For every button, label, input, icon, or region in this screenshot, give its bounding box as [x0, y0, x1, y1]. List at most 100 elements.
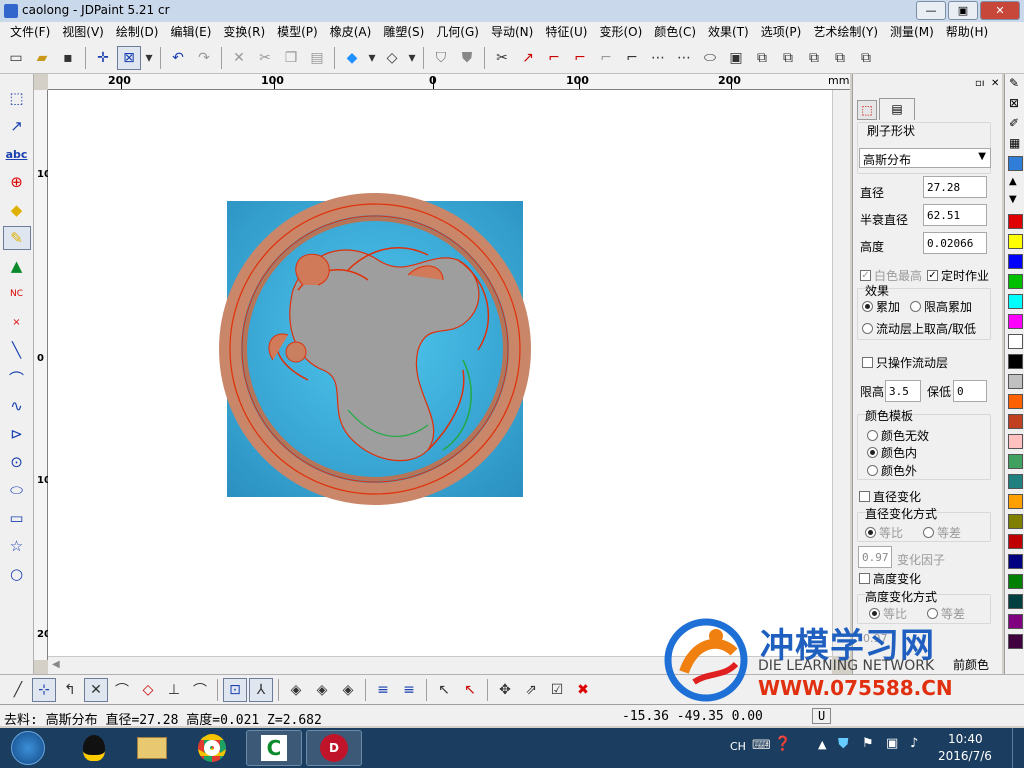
panel-pin-icon[interactable]: ▫ı [975, 78, 985, 89]
cube-wire-icon[interactable]: ◇ [380, 46, 404, 70]
color-swatch[interactable] [1008, 514, 1023, 529]
chamfer2-icon[interactable]: ⌐ [620, 46, 644, 70]
menu-eraser[interactable]: 橡皮(A) [324, 22, 378, 42]
crosshair-icon[interactable]: ✛ [91, 46, 115, 70]
trim-icon[interactable]: ✂ [490, 46, 514, 70]
color-swatch[interactable] [1008, 474, 1023, 489]
cut-icon[interactable]: ✂ [253, 46, 277, 70]
spline-icon[interactable]: ∿ [3, 394, 31, 418]
color-swatch[interactable] [1008, 294, 1023, 309]
redo-icon[interactable]: ↷ [192, 46, 216, 70]
break-icon[interactable]: ⋯ [646, 46, 670, 70]
clock-time[interactable]: 10:40 [948, 732, 983, 746]
shield-outline-icon[interactable]: ⛉ [429, 46, 453, 70]
menu-view[interactable]: 视图(V) [56, 22, 110, 42]
line-draw-icon[interactable]: ╱ [6, 678, 30, 702]
limit-high-input[interactable]: 3.5 [885, 380, 921, 402]
color-swatch[interactable] [1008, 634, 1023, 649]
menu-art-draw[interactable]: 艺术绘制(Y) [807, 22, 884, 42]
no-color-icon[interactable]: ⊠ [1009, 96, 1019, 110]
start-button[interactable] [4, 730, 52, 766]
open-folder-icon[interactable]: ▰ [30, 46, 54, 70]
snap-corner-icon[interactable]: ↰ [58, 678, 82, 702]
language-indicator[interactable]: CH [730, 740, 746, 753]
color-swatch[interactable] [1008, 354, 1023, 369]
menu-measure[interactable]: 测量(M) [884, 22, 940, 42]
check-list-icon[interactable]: ☑ [545, 678, 569, 702]
color-swatch[interactable] [1008, 434, 1023, 449]
color-swatch[interactable] [1008, 554, 1023, 569]
tab-document-icon[interactable]: ▤ [879, 98, 915, 120]
dropdown-arrow-icon[interactable]: ▾ [143, 46, 155, 70]
text-abc-icon[interactable]: abc [3, 142, 31, 166]
menu-draw[interactable]: 绘制(D) [110, 22, 165, 42]
menu-feature[interactable]: 特征(U) [539, 22, 593, 42]
factor-input[interactable]: 0.97 [858, 546, 892, 568]
color-swatch-current[interactable] [1008, 156, 1023, 171]
extend-icon[interactable]: ↗ [516, 46, 540, 70]
rectangle-icon[interactable]: ▭ [3, 506, 31, 530]
save-icon[interactable]: ▪ [56, 46, 80, 70]
circle-icon[interactable]: ○ [3, 562, 31, 586]
scroll-up-icon[interactable]: ▲ [1009, 176, 1017, 187]
snap-diamond-icon[interactable]: ◇ [136, 678, 160, 702]
chrome-icon[interactable] [184, 730, 240, 766]
effect-add-radio[interactable]: 累加 [862, 298, 900, 315]
shield-filled-icon[interactable]: ⛊ [455, 46, 479, 70]
circle-center-icon[interactable]: ⊙ [3, 450, 31, 474]
effect-limit-add-radio[interactable]: 限高累加 [910, 298, 972, 315]
new-file-icon[interactable]: ▭ [4, 46, 28, 70]
color-swatch[interactable] [1008, 334, 1023, 349]
close-button[interactable]: ✕ [980, 1, 1020, 20]
scroll-left-icon[interactable]: ◀ [52, 659, 60, 670]
nc-icon[interactable]: NC [3, 282, 31, 306]
copy-icon[interactable]: ❐ [279, 46, 303, 70]
snap-perp-icon[interactable]: ⊥ [162, 678, 186, 702]
fill-bucket-icon[interactable]: ◆ [3, 198, 31, 222]
delete-icon[interactable]: ✕ [227, 46, 251, 70]
paste-icon[interactable]: ▤ [305, 46, 329, 70]
camtasia-icon[interactable]: C [246, 730, 302, 766]
drawing-canvas[interactable] [48, 90, 832, 656]
shield-icon[interactable]: ⛊ [838, 736, 849, 752]
show-desktop-button[interactable] [1012, 728, 1024, 768]
view-diamond-icon[interactable]: ◈ [284, 678, 308, 702]
array2-icon[interactable]: ⧉ [776, 46, 800, 70]
node-edit-icon[interactable]: ↗ [3, 114, 31, 138]
brush-shape-select[interactable]: 高斯分布 ▼ [859, 148, 991, 168]
array4-icon[interactable]: ⧉ [828, 46, 852, 70]
color-swatch[interactable] [1008, 494, 1023, 509]
color-in-radio[interactable]: 颜色内 [867, 444, 917, 461]
menu-sweep[interactable]: 导动(N) [485, 22, 539, 42]
qq-icon[interactable] [66, 730, 122, 766]
chamfer-icon[interactable]: ⌐ [568, 46, 592, 70]
color-swatch[interactable] [1008, 414, 1023, 429]
point-icon[interactable]: × [3, 310, 31, 334]
keyboard-icon[interactable]: ⌨ [752, 738, 771, 753]
only-flow-checkbox[interactable]: 只操作流动层 [862, 354, 948, 371]
shape-green-icon[interactable]: ▲ [3, 254, 31, 278]
color-swatch[interactable] [1008, 254, 1023, 269]
snap-arc-icon[interactable]: ⌒ [110, 678, 134, 702]
frame-icon[interactable]: ▣ [724, 46, 748, 70]
menu-edit[interactable]: 编辑(E) [164, 22, 217, 42]
dropdown-arrow-icon[interactable]: ▾ [406, 46, 418, 70]
circle-select-icon[interactable]: ⊕ [3, 170, 31, 194]
undo-icon[interactable]: ↶ [166, 46, 190, 70]
arc-icon[interactable]: ⌒ [3, 366, 31, 390]
color-swatch[interactable] [1008, 574, 1023, 589]
dropdown-arrow-icon[interactable]: ▾ [366, 46, 378, 70]
color-out-radio[interactable]: 颜色外 [867, 462, 917, 479]
cube-color-icon[interactable]: ◆ [340, 46, 364, 70]
half-diameter-input[interactable]: 62.51 [923, 204, 987, 226]
polyline-icon[interactable]: ⊳ [3, 422, 31, 446]
file-explorer-icon[interactable] [124, 730, 180, 766]
pattern-icon[interactable]: ▦ [1009, 136, 1020, 150]
diameter-change-checkbox[interactable]: 直径变化 [859, 488, 921, 505]
menu-help[interactable]: 帮助(H) [940, 22, 994, 42]
color-swatch[interactable] [1008, 274, 1023, 289]
maximize-button[interactable]: ▣ [948, 1, 978, 20]
move-icon[interactable]: ✥ [493, 678, 517, 702]
snap-tangent-icon[interactable]: ⌒ [188, 678, 212, 702]
menu-effect[interactable]: 效果(T) [702, 22, 755, 42]
